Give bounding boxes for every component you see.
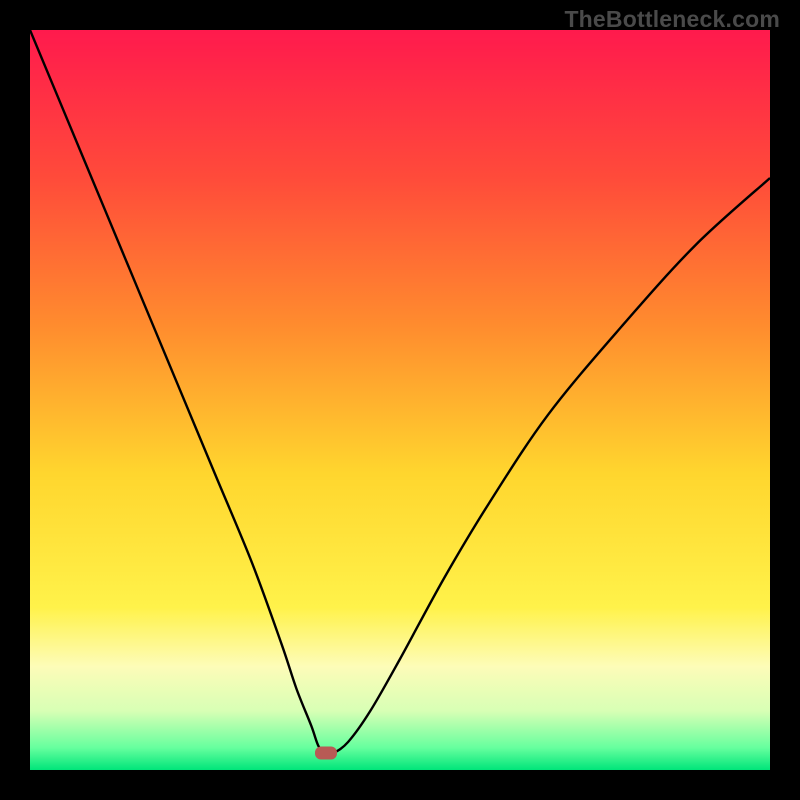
- plot-area: [30, 30, 770, 770]
- chart-svg: [30, 30, 770, 770]
- marker-point: [315, 746, 337, 759]
- watermark-text: TheBottleneck.com: [564, 6, 780, 33]
- chart-frame: TheBottleneck.com: [0, 0, 800, 800]
